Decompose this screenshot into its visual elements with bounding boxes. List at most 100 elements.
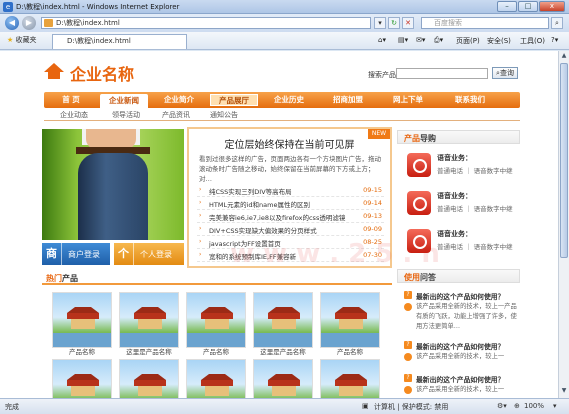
back-button[interactable]: ◀ — [5, 16, 19, 30]
phone-icon — [407, 153, 431, 177]
help-icon[interactable]: ?▾ — [551, 36, 558, 44]
news-item[interactable]: › DIV+CSS实现缺大偏效果的分页样式 09-09 — [197, 223, 384, 236]
zone-text[interactable]: 计算机 | 保护模式: 禁用 — [374, 402, 448, 412]
product-image-wall — [71, 386, 95, 396]
search-input[interactable]: 百度搜索 — [421, 17, 549, 29]
main-nav: 首 页 企业新闻 企业简介 产品展厅 企业历史 招商加盟 网上下单 联系我们 — [44, 92, 520, 108]
product-name[interactable]: 这里是产品名称 — [248, 346, 318, 356]
faq-title-highlight: 使用 — [404, 273, 420, 282]
page-menu[interactable]: 页面(P) — [456, 36, 480, 46]
window-titlebar[interactable]: e D:\教程\index.html - Windows Internet Ex… — [0, 0, 569, 14]
status-bar: 完成 ▣ 计算机 | 保护模式: 禁用 ⚙▾ ⊕ 100% ▾ — [0, 398, 569, 414]
product-image[interactable] — [253, 359, 313, 398]
security-icon[interactable]: ⚙▾ — [497, 402, 507, 410]
scroll-up-icon[interactable]: ▲ — [560, 52, 568, 61]
contact-item[interactable]: 语音业务： 普通电话 ｜ 语音数字中继 — [397, 187, 520, 221]
contact-item[interactable]: 语音业务： 普通电话 ｜ 语音数字中继 — [397, 149, 520, 183]
nav-home[interactable]: 首 页 — [48, 92, 94, 108]
vertical-scrollbar[interactable]: ▲ ▼ — [558, 51, 569, 398]
site-logo[interactable]: 企业名称 — [44, 60, 164, 84]
news-item-date: 09-09 — [363, 225, 382, 233]
merchant-login-button[interactable]: 商 商户登录 — [42, 243, 110, 265]
address-input[interactable]: D:\教程\index.html — [41, 17, 371, 29]
forward-button[interactable]: ▶ — [22, 16, 36, 30]
safety-menu[interactable]: 安全(S) — [487, 36, 511, 46]
product-image[interactable] — [186, 359, 246, 398]
refresh-icon[interactable]: ↻ — [388, 17, 400, 29]
faq-title-rest: 问答 — [420, 273, 436, 282]
product-image[interactable] — [119, 359, 179, 398]
product-image[interactable] — [52, 292, 112, 348]
personal-login-button[interactable]: 个 个人登录 — [114, 243, 184, 265]
news-item[interactable]: › 完美兼容ie6,ie7,ie8以及firefox的css透明滤镜 09-13 — [197, 210, 384, 223]
product-name[interactable]: 产品名称 — [315, 346, 385, 356]
tab-title: D:\教程\index.html — [67, 37, 131, 45]
question-icon: ? — [404, 341, 412, 349]
product-guide-title-rest: 导购 — [420, 134, 436, 143]
news-item[interactable]: › HTML元素的id和name属性的区别 09-14 — [197, 197, 384, 210]
faq-item[interactable]: ? 最新出的这个产品如何使用？ 该产品采用全新的技术，较上一 — [402, 374, 520, 396]
site-search-label: 搜索产品 — [368, 71, 396, 79]
merchant-login-label: 商户登录 — [68, 250, 100, 259]
contact-title: 语音业务： — [437, 230, 472, 238]
bullet-icon: › — [199, 251, 202, 258]
nav-order[interactable]: 网上下单 — [380, 92, 436, 108]
maximize-button[interactable]: □ — [518, 1, 538, 12]
bullet-icon: › — [199, 212, 202, 219]
mail-icon[interactable]: ✉▾ — [416, 36, 425, 44]
close-button[interactable]: x — [539, 1, 565, 12]
nav-history[interactable]: 企业历史 — [264, 92, 314, 108]
product-image[interactable] — [186, 292, 246, 348]
tools-menu[interactable]: 工具(O) — [520, 36, 545, 46]
product-name[interactable]: 产品名称 — [181, 346, 251, 356]
faq-answer: 该产品采用全新的技术，较上一 — [416, 386, 505, 393]
product-image[interactable] — [320, 292, 380, 348]
contact-title: 语音业务： — [437, 154, 472, 162]
product-name[interactable]: 产品名称 — [47, 346, 117, 356]
nav-intro[interactable]: 企业简介 — [154, 92, 204, 108]
bullet-icon: › — [199, 225, 202, 232]
site-search-button[interactable]: ⌕查询 — [492, 67, 518, 79]
feeds-icon[interactable]: ▤▾ — [398, 36, 408, 44]
nav-news[interactable]: 企业新闻 — [100, 94, 148, 108]
nav-showroom[interactable]: 产品展厅 — [210, 94, 258, 106]
product-image[interactable] — [52, 359, 112, 398]
scroll-down-icon[interactable]: ▼ — [560, 387, 568, 396]
zoom-dropdown-icon[interactable]: ▾ — [553, 402, 557, 410]
news-headline[interactable]: 定位层始终保持在当前可见屏 — [189, 136, 390, 151]
logo-house-base — [48, 71, 60, 79]
scroll-thumb[interactable] — [560, 63, 568, 258]
minimize-button[interactable]: – — [497, 1, 517, 12]
site-search-input[interactable] — [396, 68, 488, 79]
contact-item[interactable]: 语音业务： 普通电话 ｜ 语音数字中继 — [397, 225, 520, 259]
nav-franchise[interactable]: 招商加盟 — [320, 92, 376, 108]
zoom-level[interactable]: 100% — [524, 402, 544, 410]
tab-current[interactable]: D:\教程\index.html — [52, 34, 187, 49]
product-name[interactable]: 这里是产品名称 — [114, 346, 184, 356]
subnav-leaders[interactable]: 领导活动 — [112, 110, 140, 120]
product-image[interactable] — [253, 292, 313, 348]
favorites-button[interactable]: ★ 收藏夹 — [7, 35, 37, 45]
news-item-date: 09-14 — [363, 199, 382, 207]
news-item[interactable]: › 纯CSS实现三列DIV等高布局 09-15 — [197, 184, 384, 197]
home-icon[interactable]: ⌂▾ — [378, 36, 386, 44]
print-icon[interactable]: ⎙▾ — [434, 36, 443, 45]
window-title: D:\教程\index.html - Windows Internet Expl… — [16, 3, 180, 11]
go-dropdown-icon[interactable]: ▾ — [374, 17, 386, 29]
contact-line: 普通电话 ｜ 语音数字中继 — [437, 205, 513, 213]
faq-item[interactable]: ? 最新出的这个产品如何使用？ 该产品采用全新的技术，较上一产品有质的飞跃，功能上… — [402, 291, 520, 331]
personal-login-label: 个人登录 — [140, 250, 172, 259]
news-item-date: 09-15 — [363, 186, 382, 194]
faq-item[interactable]: ? 最新出的这个产品如何使用？ 该产品采用全新的技术，较上一 — [402, 341, 520, 363]
news-item-title: DIV+CSS实现缺大偏效果的分页样式 — [209, 227, 317, 235]
question-icon: ? — [404, 291, 412, 299]
search-icon[interactable]: ⌕ — [551, 17, 563, 29]
product-image[interactable] — [119, 292, 179, 348]
subnav-dynamics[interactable]: 企业动态 — [60, 110, 88, 120]
nav-contact[interactable]: 联系我们 — [440, 92, 500, 108]
stop-icon[interactable]: ✕ — [402, 17, 414, 29]
ie-icon: e — [3, 2, 13, 12]
subnav-notices[interactable]: 通知公告 — [210, 110, 238, 120]
product-image[interactable] — [320, 359, 380, 398]
subnav-products[interactable]: 产品资讯 — [162, 110, 190, 120]
